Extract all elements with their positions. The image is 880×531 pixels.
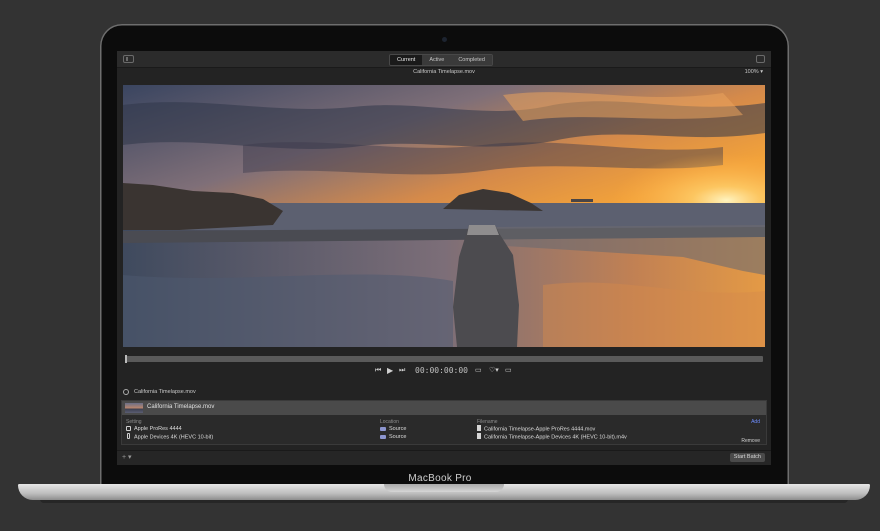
sunset-preview-image [123, 85, 765, 347]
output-setting: Apple ProRes 4444 [134, 426, 182, 432]
output-filename: California Timelapse-Apple Devices 4K (H… [484, 434, 627, 441]
output-location: Source [389, 434, 407, 440]
timecode-display: 00:00:00:00 [415, 366, 468, 375]
job-title: California Timelapse.mov [147, 404, 215, 410]
timeline-scrubber[interactable] [125, 355, 763, 363]
batch-header: California Timelapse.mov [121, 388, 767, 398]
compressor-window: Current Active Completed California Time… [117, 51, 771, 465]
output-row[interactable]: Apple Devices 4K (HEVC 10-bit) Source Ca… [122, 433, 766, 441]
output-setting: Apple Devices 4K (HEVC 10-bit) [134, 434, 214, 441]
viewer-titlebar: California Timelapse.mov 100% ▾ [117, 68, 771, 80]
job-item-header[interactable]: California Timelapse.mov [122, 401, 766, 415]
checkbox-icon [126, 425, 131, 431]
captions-icon[interactable]: ▭ [505, 367, 512, 375]
sidebar-toggle-icon[interactable] [123, 55, 134, 63]
add-batch-button[interactable]: + ▾ [122, 453, 132, 461]
job-item: California Timelapse.mov Setting Locatio… [121, 400, 767, 445]
zoom-value: 100% [744, 69, 759, 75]
zoom-menu[interactable]: 100% ▾ [745, 69, 763, 75]
viewer-file-title: California Timelapse.mov [413, 69, 475, 75]
skip-forward-icon[interactable]: ⏭ [399, 367, 405, 375]
video-preview [123, 85, 765, 347]
folder-icon [380, 426, 386, 431]
inspector-toggle-icon[interactable] [756, 55, 765, 63]
output-row[interactable]: Apple ProRes 4444 Source California Time… [122, 425, 766, 433]
plus-icon: + [122, 454, 127, 461]
play-icon[interactable]: ▶ [387, 367, 393, 375]
batch-status-icon [123, 389, 129, 395]
output-location: Source [389, 426, 407, 432]
batch-title: California Timelapse.mov [134, 389, 196, 395]
view-segmented-control: Current Active Completed [389, 54, 493, 66]
split-view-icon[interactable]: ▭ [475, 367, 482, 375]
folder-icon [380, 434, 386, 439]
document-icon [477, 425, 481, 431]
tab-current[interactable]: Current [390, 55, 423, 65]
markers-menu-icon[interactable]: ♡▾ [489, 367, 499, 375]
skip-back-icon[interactable]: ⏮ [375, 367, 381, 375]
laptop-notch [384, 484, 504, 492]
device-brand-label: MacBook Pro [408, 473, 472, 484]
remove-output-button[interactable]: Remove [741, 438, 760, 444]
transport-controls: ⏮ ▶ ⏭ 00:00:00:00 ▭ ♡▾ ▭ [117, 365, 771, 377]
camera-icon [442, 37, 447, 42]
tab-active[interactable]: Active [422, 55, 452, 65]
chevron-down-icon: ▾ [128, 454, 132, 461]
phone-icon [127, 433, 130, 439]
batch-footer: + ▾ Start Batch [117, 450, 771, 465]
output-filename: California Timelapse-Apple ProRes 4444.m… [484, 426, 596, 433]
job-thumbnail [125, 403, 143, 413]
toolbar: Current Active Completed [117, 51, 771, 68]
tab-completed[interactable]: Completed [451, 55, 492, 65]
chevron-down-icon: ▾ [760, 69, 763, 75]
document-icon [477, 433, 481, 439]
start-batch-button[interactable]: Start Batch [729, 453, 765, 462]
